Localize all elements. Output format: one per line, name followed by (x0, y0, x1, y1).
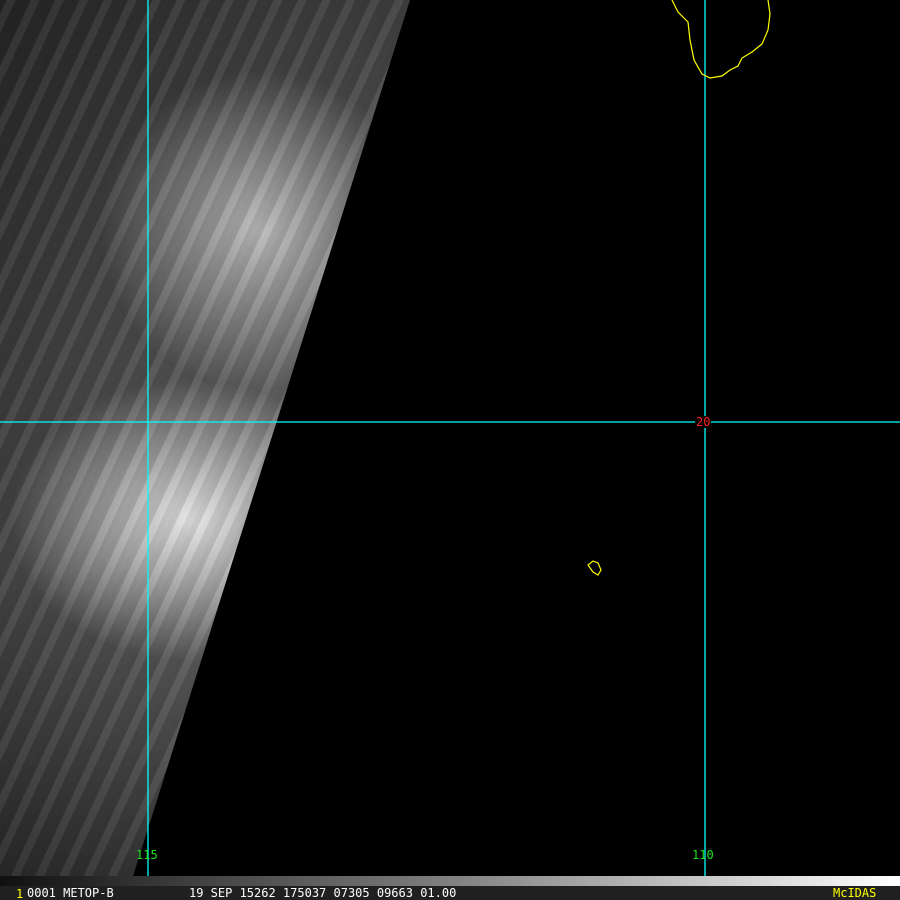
frame-number: 1 (16, 887, 24, 900)
satellite-image-view: 20 115 110 1 0001 METOP-B 19 SEP 15262 1… (0, 0, 900, 900)
map-overlay (0, 0, 900, 876)
longitude-label-110: 110 (692, 848, 714, 862)
longitude-label-115: 115 (136, 848, 158, 862)
satellite-id: 0001 METOP-B (27, 886, 114, 900)
grayscale-calibration-bar (0, 876, 900, 886)
latitude-label-20: 20 (695, 415, 712, 429)
island-coastline (587, 560, 602, 576)
image-datetime: 19 SEP 15262 175037 07305 09663 01.00 (189, 886, 457, 900)
mcidas-brand: McIDAS (833, 886, 877, 900)
coastline-north (671, 0, 771, 79)
image-info-bar: 1 0001 METOP-B 19 SEP 15262 175037 07305… (0, 886, 900, 900)
